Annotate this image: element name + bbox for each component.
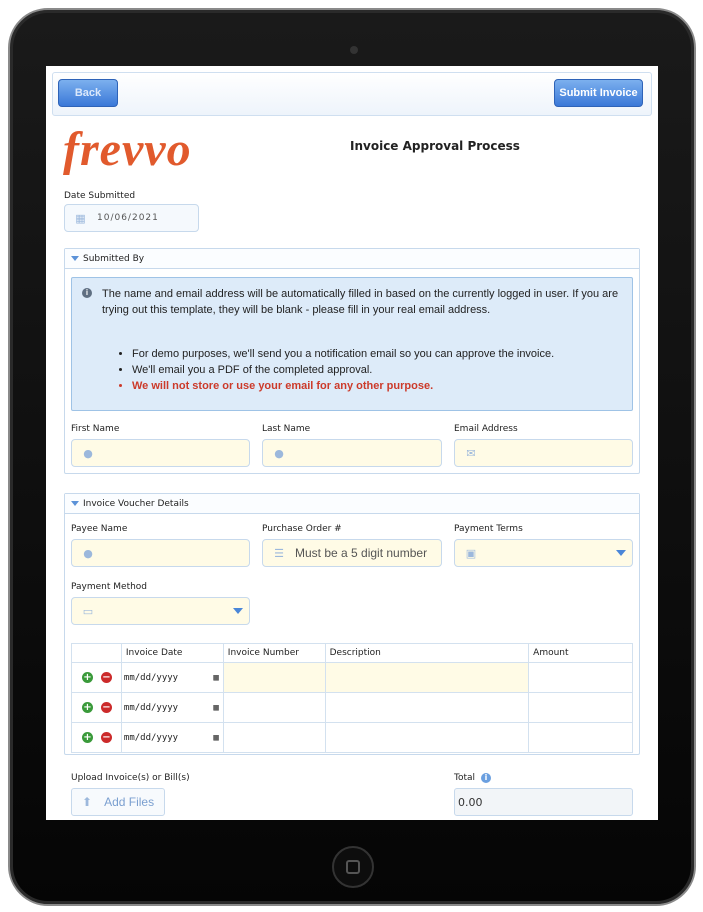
toolbar: Back Submit Invoice <box>52 72 652 116</box>
submit-invoice-button[interactable]: Submit Invoice <box>554 79 643 107</box>
email-label: Email Address <box>454 424 518 434</box>
description-input[interactable] <box>324 692 530 723</box>
table-header-row: Invoice Date Invoice Number Description … <box>71 643 633 663</box>
page-title: Invoice Approval Process <box>350 139 520 153</box>
add-row-icon[interactable]: + <box>82 732 93 743</box>
date-submitted-value: 10/06/2021 <box>97 213 159 223</box>
calendar-icon[interactable]: ▦ <box>213 703 218 713</box>
calendar-icon: ▦ <box>75 211 87 225</box>
invoice-date-input[interactable]: mm/dd/yyyy ▦ <box>120 692 224 723</box>
description-input[interactable] <box>324 722 530 753</box>
date-placeholder: mm/dd/yyyy <box>123 672 179 683</box>
last-name-input[interactable]: ● <box>262 439 442 467</box>
add-files-button[interactable]: ⬆ Add Files <box>71 788 165 816</box>
invoice-date-input[interactable]: mm/dd/yyyy ▦ <box>120 662 224 693</box>
payee-name-label: Payee Name <box>71 524 128 534</box>
total-label: Total <box>454 773 476 783</box>
last-name-label: Last Name <box>262 424 311 434</box>
first-name-input[interactable]: ● <box>71 439 250 467</box>
remove-row-icon[interactable]: − <box>101 672 112 683</box>
chevron-down-icon <box>616 550 626 556</box>
row-actions: + − <box>71 692 122 723</box>
table-header: Amount <box>528 643 633 663</box>
table-row: + − mm/dd/yyyy ▦ <box>71 722 633 753</box>
screen: Back Submit Invoice frevvo Invoice Appro… <box>46 66 658 820</box>
row-actions: + − <box>71 722 122 753</box>
remove-row-icon[interactable]: − <box>101 732 112 743</box>
info-bullet: For demo purposes, we'll send you a noti… <box>132 346 632 362</box>
info-paragraph: The name and email address will be autom… <box>102 288 619 316</box>
home-square-icon <box>346 860 360 874</box>
amount-input[interactable] <box>528 722 633 753</box>
upload-label: Upload Invoice(s) or Bill(s) <box>71 773 190 783</box>
home-button[interactable] <box>332 846 374 888</box>
amount-input[interactable] <box>528 692 633 723</box>
info-box: i The name and email address will be aut… <box>71 277 633 411</box>
calendar-icon[interactable]: ▦ <box>213 733 218 743</box>
invoice-date-input[interactable]: mm/dd/yyyy ▦ <box>120 722 224 753</box>
amount-input[interactable] <box>528 662 633 693</box>
credit-card-icon: ▭ <box>82 604 94 618</box>
email-input[interactable]: ✉ <box>454 439 633 467</box>
upload-icon: ⬆ <box>82 795 93 809</box>
row-actions: + − <box>71 662 122 693</box>
total-field: 0.00 <box>454 788 633 816</box>
info-bullet: We'll email you a PDF of the completed a… <box>132 362 632 378</box>
invoice-number-input[interactable] <box>222 692 326 723</box>
calendar-icon[interactable]: ▦ <box>213 673 218 683</box>
back-button[interactable]: Back <box>58 79 118 107</box>
date-placeholder: mm/dd/yyyy <box>123 732 179 743</box>
frevvo-logo: frevvo <box>63 123 192 176</box>
user-icon: ● <box>83 446 93 460</box>
table-row: + − mm/dd/yyyy ▦ <box>71 662 633 693</box>
add-files-label: Add Files <box>104 795 155 809</box>
add-row-icon[interactable]: + <box>82 672 93 683</box>
first-name-label: First Name <box>71 424 120 434</box>
info-icon[interactable]: i <box>481 773 492 783</box>
chevron-down-icon <box>233 608 243 614</box>
invoice-voucher-title: Invoice Voucher Details <box>83 498 189 509</box>
table-header: Invoice Date <box>120 643 224 663</box>
total-label-row: Total i <box>454 773 492 783</box>
info-icon: i <box>82 288 92 298</box>
description-input[interactable] <box>324 662 530 693</box>
date-placeholder: mm/dd/yyyy <box>123 702 179 713</box>
info-bullets: For demo purposes, we'll send you a noti… <box>132 346 632 394</box>
purchase-order-input[interactable]: ☰ Must be a 5 digit number <box>262 539 442 567</box>
invoice-voucher-header[interactable]: Invoice Voucher Details <box>65 494 639 514</box>
table-header: Description <box>324 643 530 663</box>
camera-icon <box>350 46 358 54</box>
submitted-by-title: Submitted By <box>83 253 145 264</box>
purchase-order-label: Purchase Order # <box>262 524 342 534</box>
envelope-icon: ✉ <box>466 446 476 460</box>
table-header: Invoice Number <box>222 643 326 663</box>
invoice-number-input[interactable] <box>222 662 326 693</box>
date-submitted-label: Date Submitted <box>64 191 136 201</box>
table-row: + − mm/dd/yyyy ▦ <box>71 692 633 723</box>
submitted-by-header[interactable]: Submitted By <box>65 249 639 269</box>
collapse-triangle-icon <box>71 256 79 261</box>
collapse-triangle-icon <box>71 501 79 506</box>
user-icon: ● <box>274 446 284 460</box>
remove-row-icon[interactable]: − <box>101 702 112 713</box>
info-bullet-warning: We will not store or use your email for … <box>132 378 632 394</box>
invoice-number-input[interactable] <box>222 722 326 753</box>
payee-name-input[interactable]: ● <box>71 539 250 567</box>
list-icon: ☰ <box>274 547 284 560</box>
total-value: 0.00 <box>458 795 483 809</box>
payment-terms-select[interactable]: ▣ <box>454 539 633 567</box>
table-header-actions <box>71 643 122 663</box>
date-submitted-field[interactable]: ▦ 10/06/2021 <box>64 204 199 232</box>
money-icon: ▣ <box>465 546 477 560</box>
payment-method-label: Payment Method <box>71 582 148 592</box>
add-row-icon[interactable]: + <box>82 702 93 713</box>
invoice-table: Invoice Date Invoice Number Description … <box>71 643 633 753</box>
purchase-order-placeholder: Must be a 5 digit number <box>295 546 428 560</box>
user-icon: ● <box>83 546 93 560</box>
payment-terms-label: Payment Terms <box>454 524 523 534</box>
payment-method-select[interactable]: ▭ <box>71 597 250 625</box>
